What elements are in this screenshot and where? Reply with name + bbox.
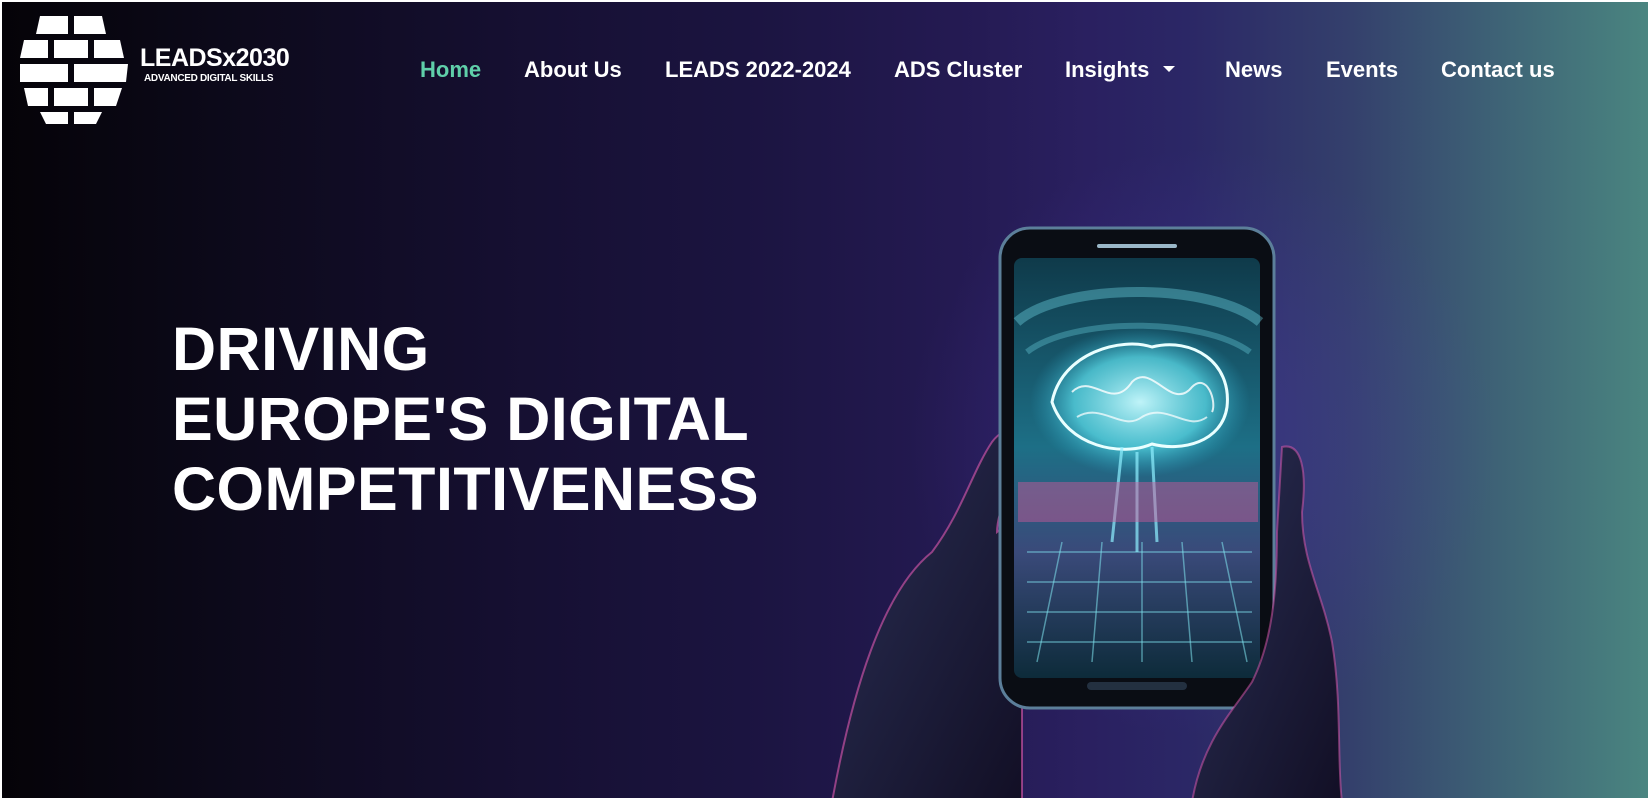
main-nav: Home About Us LEADS 2022-2024 ADS Cluste… — [2, 54, 1648, 86]
nav-ads-cluster[interactable]: ADS Cluster — [894, 54, 1022, 86]
nav-insights[interactable]: Insights — [1065, 54, 1176, 86]
hero-image — [822, 212, 1382, 798]
nav-about-us[interactable]: About Us — [524, 54, 622, 86]
nav-home[interactable]: Home — [420, 54, 481, 86]
nav-news[interactable]: News — [1225, 54, 1282, 86]
headline-line-1: DRIVING — [172, 315, 430, 383]
nav-leads-2022-2024[interactable]: LEADS 2022-2024 — [665, 54, 851, 86]
nav-contact-us[interactable]: Contact us — [1441, 54, 1555, 86]
headline-line-2: EUROPE'S DIGITAL — [172, 385, 750, 453]
hero-headline: DRIVING EUROPE'S DIGITAL COMPETITIVENESS — [172, 314, 759, 524]
left-hand — [831, 430, 1023, 798]
nav-events[interactable]: Events — [1326, 54, 1398, 86]
nav-insights-label: Insights — [1065, 57, 1150, 82]
headline-line-3: COMPETITIVENESS — [172, 455, 760, 523]
hero-section: LEADSx2030 ADVANCED DIGITAL SKILLS Home … — [2, 2, 1648, 798]
caret-down-icon — [1163, 66, 1176, 73]
